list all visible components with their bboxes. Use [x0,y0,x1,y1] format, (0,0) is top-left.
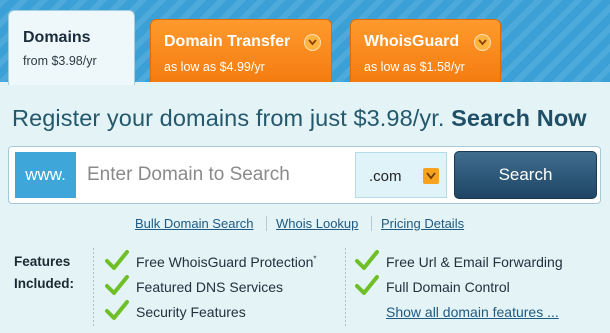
footnote-mark: * [313,254,317,264]
pricing-details-link[interactable]: Pricing Details [381,216,464,231]
chevron-down-icon[interactable] [304,34,321,51]
feature-label: Free Url & Email Forwarding [386,254,563,270]
tab-whoisguard-price: as low as $1.58/yr [364,60,465,74]
tab-domain-transfer-title: Domain Transfer [164,33,291,50]
domain-search-form: www. .com Search [8,146,601,204]
link-divider [371,216,372,231]
check-icon [105,250,129,270]
page-headline: Register your domains from just $3.98/yr… [12,105,587,132]
feature-label: Full Domain Control [386,279,510,295]
tab-domains[interactable]: Domains from $3.98/yr [8,10,135,85]
feature-label: Free WhoisGuard Protection [136,254,314,270]
tab-whoisguard[interactable]: WhoisGuard as low as $1.58/yr [350,19,501,82]
link-divider [266,216,267,231]
feature-label: Featured DNS Services [136,279,284,295]
tab-domain-transfer[interactable]: Domain Transfer as low as $4.99/yr [150,19,332,82]
whois-lookup-link[interactable]: Whois Lookup [276,216,358,231]
tld-selected-value: .com [369,168,402,185]
features-label-line: Included: [14,276,74,291]
tab-domains-title: Domains [23,29,91,46]
check-icon [355,250,379,270]
tab-domain-transfer-price: as low as $4.99/yr [164,60,265,74]
feature-label: Security Features [136,304,246,320]
feature-text: Free WhoisGuard Protection* [136,254,317,270]
domain-search-input[interactable] [77,152,355,198]
www-prefix: www. [15,152,76,198]
search-now-label: Search Now [451,105,587,131]
search-button[interactable]: Search [454,151,597,199]
dotted-divider [345,248,346,326]
features-label-line: Features [14,254,71,269]
tld-dropdown[interactable]: .com [355,152,447,198]
chevron-down-icon[interactable] [423,168,439,184]
check-icon [105,300,129,320]
chevron-down-icon[interactable] [474,34,491,51]
show-all-features-link[interactable]: Show all domain features ... [386,304,559,320]
check-icon [105,275,129,295]
bulk-domain-search-link[interactable]: Bulk Domain Search [135,216,254,231]
tab-domains-price: from $3.98/yr [23,54,97,68]
headline-text: Register your domains from just $3.98/yr… [12,105,445,131]
check-icon [355,275,379,295]
features-label: Features Included: [14,251,84,295]
tab-whoisguard-title: WhoisGuard [364,33,460,50]
dotted-divider [93,248,94,326]
